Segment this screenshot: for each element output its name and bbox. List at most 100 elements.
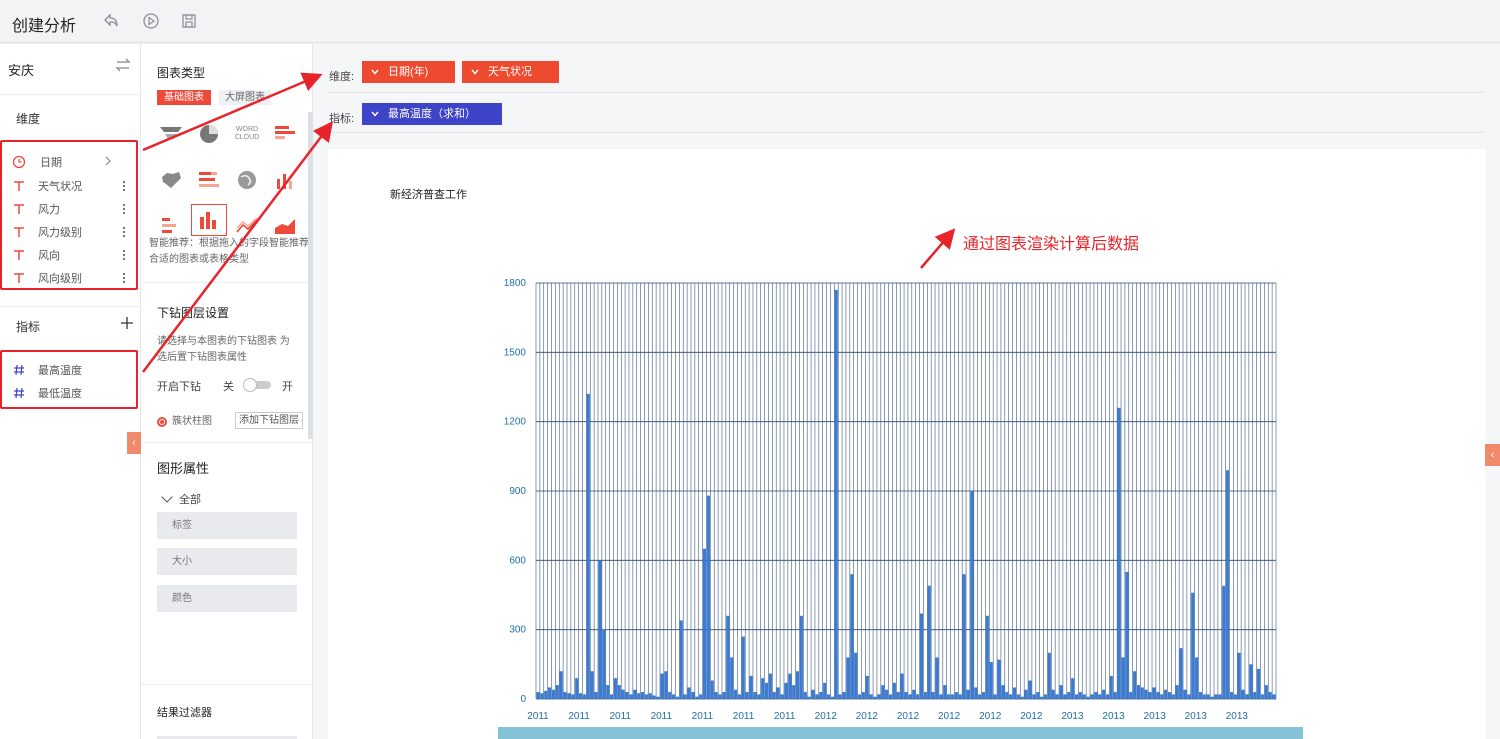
drill-toggle-switch[interactable] [243,378,271,392]
column-chart-icon[interactable] [191,204,227,236]
drill-layer-label: 簇状柱图 [172,416,212,427]
tab-basic-charts[interactable]: 基础图表 [157,90,211,105]
prop-color-button[interactable]: 颜色 [157,585,297,612]
bar [962,574,966,699]
swap-icon[interactable] [114,56,132,74]
measure-field-item[interactable]: 最高温度 [12,361,130,379]
collapse-left-tab[interactable]: ‹ [127,432,141,454]
bar [799,615,803,699]
more-vertical-icon[interactable] [122,248,126,262]
bar [935,657,939,699]
measure-field-item[interactable]: 最低温度 [12,384,130,402]
play-icon[interactable] [141,11,161,31]
save-icon[interactable] [179,11,199,31]
bar [1237,652,1241,699]
bar [1136,685,1140,699]
bar [1133,671,1137,699]
dimension-field-item[interactable]: 风向 [12,246,130,264]
globe-chart-icon[interactable] [231,166,263,194]
bar [567,693,571,699]
bar [865,675,869,699]
chevron-right-icon[interactable] [104,155,112,169]
dimension-field-label: 天气状况 [38,181,82,193]
hbar-chart-icon[interactable] [269,120,301,148]
dimension-field-item[interactable]: 风力 [12,200,130,218]
field-panel: 安庆 维度 日期 天气状况 风力 风力级别 风向 风向级别 指标 最高温度 最低温度 [0,44,141,739]
prop-label-button[interactable]: 标签 [157,512,297,539]
more-vertical-icon[interactable] [122,202,126,216]
y-tick-label: 0 [520,694,526,705]
bar [954,692,958,699]
bar [888,694,893,699]
bar [912,689,916,699]
bar [1167,692,1171,699]
dimension-field-item[interactable]: 风力级别 [12,223,130,241]
bar [1164,689,1168,699]
bar [776,687,780,699]
chart-title: 新经济普查工作 [390,189,467,201]
bar [877,694,881,699]
pie-chart-icon[interactable] [193,120,225,148]
add-drill-layer-button[interactable]: 添加下钻图层 [235,412,303,429]
dimension-pill-weather[interactable]: 天气状况 [462,61,559,83]
app-title: 创建分析 [12,18,77,35]
dimension-section-title: 维度 [16,112,41,126]
bar [753,692,757,699]
bar [544,690,548,699]
bar [857,694,862,699]
plus-icon[interactable] [120,316,134,330]
bar [981,692,986,699]
result-filter-title: 结果过滤器 [157,707,212,719]
bar [1253,692,1257,699]
column-line-icon[interactable] [269,166,301,194]
bar [582,694,586,699]
bar [985,615,989,699]
bar [989,662,993,699]
bar [1245,694,1249,699]
bar [761,678,765,699]
bar [1098,694,1102,699]
x-group-label: 2011 [609,711,631,722]
map-chart-icon[interactable] [155,166,187,194]
bar [621,689,625,699]
drill-layer-radio[interactable] [157,417,167,427]
bar [1152,687,1156,699]
bar [648,693,652,699]
dimension-field-item[interactable]: 天气状况 [12,177,130,195]
bar [1117,407,1121,699]
y-tick-label: 1800 [504,278,527,289]
measure-pill-max-temp[interactable]: 最高温度（求和） [362,103,502,125]
bar [691,692,695,699]
bar [1020,696,1024,699]
text-type-icon [12,248,26,262]
bar [683,694,687,699]
more-vertical-icon[interactable] [122,271,126,285]
funnel-chart-icon[interactable] [155,120,187,148]
bar [1047,652,1051,699]
bar [826,694,831,699]
word-cloud-icon[interactable]: WORD CLOUD [231,120,263,148]
bar [1071,678,1075,699]
stacked-hbar-icon[interactable] [193,166,225,194]
tab-screen-charts[interactable]: 大屏图表 [219,90,271,105]
x-group-label: 2012 [979,711,1002,722]
shape-all-row[interactable]: 全部 [161,491,201,507]
bar [675,696,679,699]
more-vertical-icon[interactable] [122,179,126,193]
dimension-field-item[interactable]: 风向级别 [12,269,130,287]
more-vertical-icon[interactable] [122,225,126,239]
collapse-right-tab[interactable]: ‹ [1485,444,1500,466]
bar [795,671,800,699]
datasource-name[interactable]: 安庆 [8,60,34,79]
bar [1264,685,1268,699]
bar [1210,696,1214,699]
undo-icon[interactable] [101,11,121,31]
bar [881,685,885,699]
bar [850,574,854,699]
bar [726,615,730,699]
prop-size-button[interactable]: 大小 [157,548,297,575]
clock-icon [12,155,26,169]
dimension-field-item[interactable]: 日期 [12,153,130,171]
dimension-pill-date[interactable]: 日期(年) [362,61,455,83]
x-group-label: 2013 [1102,711,1125,722]
